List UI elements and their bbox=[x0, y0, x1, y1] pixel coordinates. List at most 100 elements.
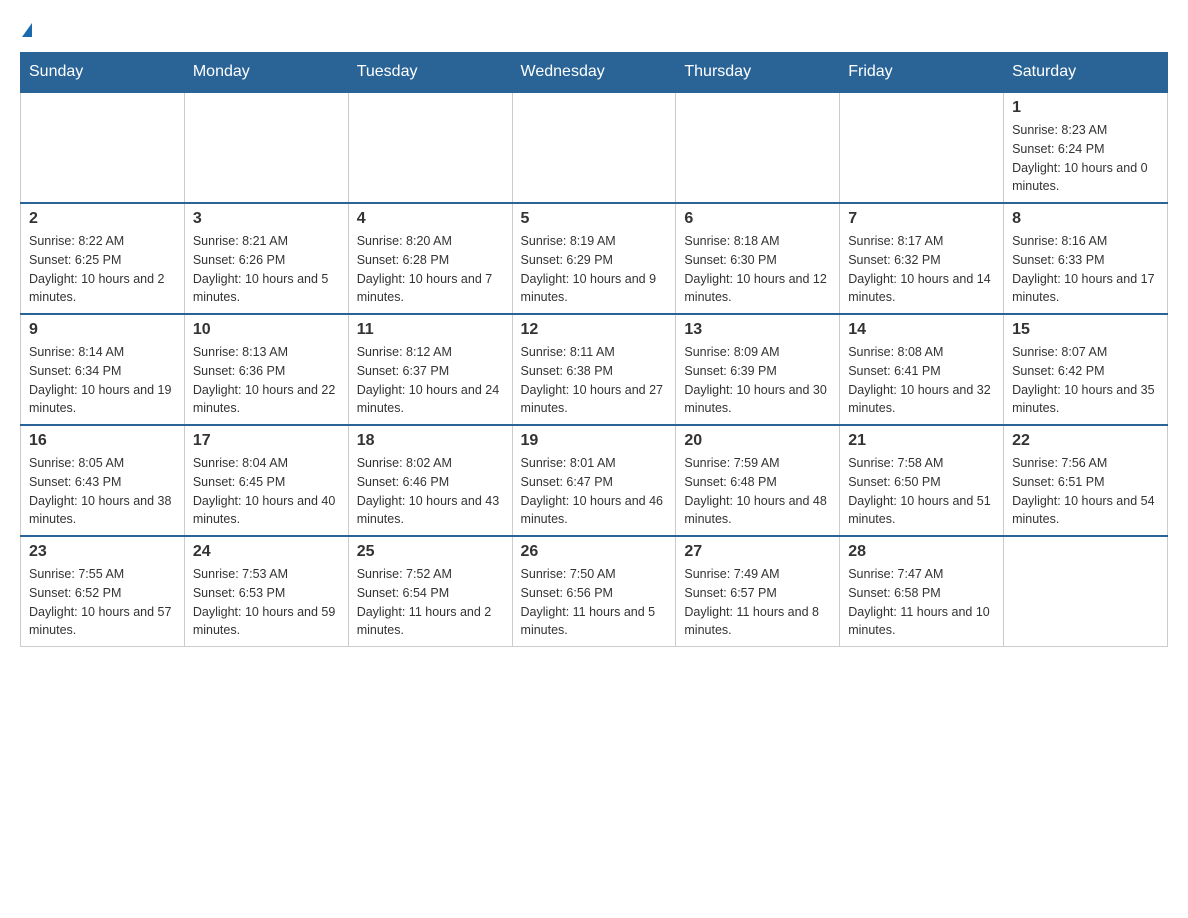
calendar-cell bbox=[676, 92, 840, 203]
calendar-cell: 2Sunrise: 8:22 AMSunset: 6:25 PMDaylight… bbox=[21, 203, 185, 314]
day-number: 21 bbox=[848, 432, 995, 450]
calendar-cell: 3Sunrise: 8:21 AMSunset: 6:26 PMDaylight… bbox=[184, 203, 348, 314]
day-number: 22 bbox=[1012, 432, 1159, 450]
day-info: Sunrise: 8:17 AMSunset: 6:32 PMDaylight:… bbox=[848, 232, 995, 307]
calendar-week-4: 16Sunrise: 8:05 AMSunset: 6:43 PMDayligh… bbox=[21, 425, 1168, 536]
logo-triangle-icon bbox=[22, 23, 32, 37]
day-info: Sunrise: 8:14 AMSunset: 6:34 PMDaylight:… bbox=[29, 343, 176, 418]
calendar-cell: 9Sunrise: 8:14 AMSunset: 6:34 PMDaylight… bbox=[21, 314, 185, 425]
day-info: Sunrise: 8:16 AMSunset: 6:33 PMDaylight:… bbox=[1012, 232, 1159, 307]
weekday-header-wednesday: Wednesday bbox=[512, 53, 676, 93]
day-info-line: Sunrise: 7:53 AM bbox=[193, 567, 288, 581]
day-info: Sunrise: 8:18 AMSunset: 6:30 PMDaylight:… bbox=[684, 232, 831, 307]
calendar-cell: 21Sunrise: 7:58 AMSunset: 6:50 PMDayligh… bbox=[840, 425, 1004, 536]
day-info-line: Daylight: 10 hours and 0 minutes. bbox=[1012, 161, 1148, 194]
weekday-header-thursday: Thursday bbox=[676, 53, 840, 93]
day-info: Sunrise: 8:04 AMSunset: 6:45 PMDaylight:… bbox=[193, 454, 340, 529]
day-info-line: Sunset: 6:29 PM bbox=[521, 253, 613, 267]
day-info-line: Daylight: 10 hours and 14 minutes. bbox=[848, 272, 990, 305]
day-info-line: Sunset: 6:50 PM bbox=[848, 475, 940, 489]
day-info-line: Sunset: 6:24 PM bbox=[1012, 142, 1104, 156]
calendar-cell: 28Sunrise: 7:47 AMSunset: 6:58 PMDayligh… bbox=[840, 536, 1004, 647]
day-info-line: Daylight: 10 hours and 54 minutes. bbox=[1012, 494, 1154, 527]
day-info-line: Daylight: 11 hours and 10 minutes. bbox=[848, 605, 990, 638]
day-info: Sunrise: 8:11 AMSunset: 6:38 PMDaylight:… bbox=[521, 343, 668, 418]
day-info-line: Daylight: 10 hours and 12 minutes. bbox=[684, 272, 826, 305]
day-number: 16 bbox=[29, 432, 176, 450]
day-info-line: Daylight: 10 hours and 43 minutes. bbox=[357, 494, 499, 527]
day-info-line: Daylight: 10 hours and 9 minutes. bbox=[521, 272, 657, 305]
weekday-header-saturday: Saturday bbox=[1004, 53, 1168, 93]
day-info-line: Sunrise: 7:55 AM bbox=[29, 567, 124, 581]
day-info-line: Sunrise: 8:19 AM bbox=[521, 234, 616, 248]
day-info-line: Sunset: 6:54 PM bbox=[357, 586, 449, 600]
day-info-line: Sunrise: 8:02 AM bbox=[357, 456, 452, 470]
weekday-header-friday: Friday bbox=[840, 53, 1004, 93]
calendar-cell: 14Sunrise: 8:08 AMSunset: 6:41 PMDayligh… bbox=[840, 314, 1004, 425]
weekday-header-sunday: Sunday bbox=[21, 53, 185, 93]
calendar-cell: 16Sunrise: 8:05 AMSunset: 6:43 PMDayligh… bbox=[21, 425, 185, 536]
day-info-line: Sunrise: 8:09 AM bbox=[684, 345, 779, 359]
calendar-week-5: 23Sunrise: 7:55 AMSunset: 6:52 PMDayligh… bbox=[21, 536, 1168, 647]
day-info-line: Daylight: 10 hours and 40 minutes. bbox=[193, 494, 335, 527]
weekday-header-row: SundayMondayTuesdayWednesdayThursdayFrid… bbox=[21, 53, 1168, 93]
day-number: 6 bbox=[684, 210, 831, 228]
day-info-line: Sunrise: 7:56 AM bbox=[1012, 456, 1107, 470]
calendar-cell: 26Sunrise: 7:50 AMSunset: 6:56 PMDayligh… bbox=[512, 536, 676, 647]
day-info-line: Daylight: 11 hours and 8 minutes. bbox=[684, 605, 819, 638]
calendar-cell: 7Sunrise: 8:17 AMSunset: 6:32 PMDaylight… bbox=[840, 203, 1004, 314]
day-info-line: Sunrise: 8:11 AM bbox=[521, 345, 615, 359]
day-info: Sunrise: 8:09 AMSunset: 6:39 PMDaylight:… bbox=[684, 343, 831, 418]
calendar-cell: 25 Sunrise: 7:52 AMSunset: 6:54 PMDayligh… bbox=[348, 536, 512, 647]
day-info-line: Daylight: 11 hours and 5 minutes. bbox=[521, 605, 656, 638]
day-info-line: Daylight: 10 hours and 35 minutes. bbox=[1012, 383, 1154, 416]
day-info: Sunrise: 7:47 AMSunset: 6:58 PMDaylight:… bbox=[848, 565, 995, 640]
day-info-line: Sunset: 6:47 PM bbox=[521, 475, 613, 489]
day-info-line: Sunrise: 7:47 AM bbox=[848, 567, 943, 581]
day-number: 24 bbox=[193, 543, 340, 561]
calendar-cell: 8Sunrise: 8:16 AMSunset: 6:33 PMDaylight… bbox=[1004, 203, 1168, 314]
page-header bbox=[20, 20, 1168, 42]
day-info-line: Sunrise: 8:23 AM bbox=[1012, 123, 1107, 137]
calendar-cell bbox=[21, 92, 185, 203]
day-info: Sunrise: 7:52 AMSunset: 6:54 PMDaylight:… bbox=[357, 565, 504, 640]
day-info-line: Daylight: 10 hours and 7 minutes. bbox=[357, 272, 493, 305]
day-info-line: Daylight: 10 hours and 59 minutes. bbox=[193, 605, 335, 638]
day-info-line: Sunset: 6:36 PM bbox=[193, 364, 285, 378]
day-info: Sunrise: 7:56 AMSunset: 6:51 PMDaylight:… bbox=[1012, 454, 1159, 529]
day-info-line: Sunrise: 8:07 AM bbox=[1012, 345, 1107, 359]
day-info-line: Sunset: 6:34 PM bbox=[29, 364, 121, 378]
day-number: 25 bbox=[357, 543, 504, 561]
day-info-line: Sunset: 6:42 PM bbox=[1012, 364, 1104, 378]
day-info: Sunrise: 8:07 AM Sunset: 6:42 PM Daylight:… bbox=[1012, 343, 1159, 418]
calendar-cell bbox=[512, 92, 676, 203]
day-info-line: Daylight: 11 hours and 2 minutes. bbox=[357, 605, 492, 638]
day-info-line: Sunset: 6:33 PM bbox=[1012, 253, 1104, 267]
calendar-cell: 17Sunrise: 8:04 AMSunset: 6:45 PMDayligh… bbox=[184, 425, 348, 536]
day-info-line: Sunrise: 8:20 AM bbox=[357, 234, 452, 248]
day-number: 13 bbox=[684, 321, 831, 339]
day-info-line: Sunrise: 8:22 AM bbox=[29, 234, 124, 248]
calendar-cell: 24Sunrise: 7:53 AMSunset: 6:53 PMDayligh… bbox=[184, 536, 348, 647]
day-info: Sunrise: 8:13 AMSunset: 6:36 PMDaylight:… bbox=[193, 343, 340, 418]
day-info-line: Sunset: 6:26 PM bbox=[193, 253, 285, 267]
calendar-cell: 11Sunrise: 8:12 AMSunset: 6:37 PMDayligh… bbox=[348, 314, 512, 425]
day-info-line: Daylight: 10 hours and 38 minutes. bbox=[29, 494, 171, 527]
day-info-line: Sunset: 6:28 PM bbox=[357, 253, 449, 267]
day-info: Sunrise: 7:49 AMSunset: 6:57 PMDaylight:… bbox=[684, 565, 831, 640]
day-number: 4 bbox=[357, 210, 504, 228]
calendar-week-2: 2Sunrise: 8:22 AMSunset: 6:25 PMDaylight… bbox=[21, 203, 1168, 314]
day-info-line: Sunrise: 7:59 AM bbox=[684, 456, 779, 470]
day-number: 27 bbox=[684, 543, 831, 561]
day-info: Sunrise: 7:59 AMSunset: 6:48 PMDaylight:… bbox=[684, 454, 831, 529]
day-info-line: Sunset: 6:30 PM bbox=[684, 253, 776, 267]
day-number: 5 bbox=[521, 210, 668, 228]
day-info: Sunrise: 8:20 AM Sunset: 6:28 PM Daylight:… bbox=[357, 232, 504, 307]
calendar-cell: 23Sunrise: 7:55 AMSunset: 6:52 PMDayligh… bbox=[21, 536, 185, 647]
day-info: Sunrise: 8:01 AMSunset: 6:47 PMDaylight:… bbox=[521, 454, 668, 529]
day-info: Sunrise: 7:50 AMSunset: 6:56 PMDaylight:… bbox=[521, 565, 668, 640]
calendar-cell bbox=[1004, 536, 1168, 647]
calendar-cell bbox=[348, 92, 512, 203]
calendar-cell bbox=[840, 92, 1004, 203]
day-info-line: Sunrise: 7:58 AM bbox=[848, 456, 943, 470]
